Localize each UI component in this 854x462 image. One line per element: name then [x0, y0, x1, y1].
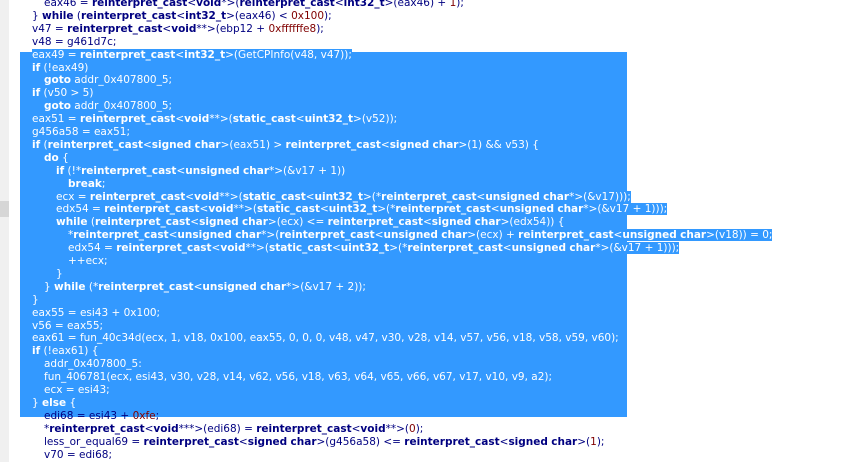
code-line[interactable]: break; [68, 177, 106, 191]
code-line[interactable]: do { [44, 151, 69, 165]
code-line-text: goto addr_0x407800_5; [44, 100, 173, 113]
code-line[interactable]: ++ecx; [68, 255, 108, 268]
code-line[interactable]: } while (reinterpret_cast<int32_t>(eax46… [32, 10, 332, 23]
code-line-text: } while (reinterpret_cast<int32_t>(eax46… [32, 9, 332, 22]
code-line-text: ecx = reinterpret_cast<void**>(static_ca… [56, 190, 631, 203]
code-line[interactable]: v56 = eax55; [32, 319, 104, 333]
code-line-text: v56 = eax55; [32, 319, 104, 332]
code-line-text: eax51 = reinterpret_cast<void**>(static_… [32, 113, 398, 126]
code-editor[interactable]: eax46 = reinterpret_cast<void*>(reinterp… [9, 0, 854, 462]
code-line[interactable]: } while (*reinterpret_cast<unsigned char… [44, 280, 366, 294]
code-line[interactable]: } [56, 267, 63, 281]
code-line[interactable]: } else { [32, 396, 77, 410]
editor-gutter [0, 0, 9, 462]
code-line-text: less_or_equal69 = reinterpret_cast<signe… [44, 435, 605, 448]
code-line-text: edi68 = esi43 + 0xfe; [44, 409, 160, 422]
code-line[interactable]: if (v50 > 5) [32, 87, 94, 100]
code-line[interactable]: v47 = reinterpret_cast<void**>(ebp12 + 0… [32, 23, 324, 36]
code-line-text: addr_0x407800_5: [44, 358, 142, 371]
code-line[interactable]: less_or_equal69 = reinterpret_cast<signe… [44, 436, 604, 449]
code-line[interactable]: v48 = g461d7c; [32, 36, 116, 49]
code-line[interactable]: *reinterpret_cast<void***>(edi68) = rein… [44, 423, 423, 436]
code-line[interactable]: goto addr_0x407800_5; [44, 100, 173, 113]
code-line-text: edx54 = reinterpret_cast<void**>(static_… [56, 203, 668, 216]
gutter-marker [0, 201, 9, 217]
code-line-text: if (v50 > 5) [32, 87, 94, 100]
code-line[interactable]: if (!eax61) { [32, 345, 99, 358]
code-line-text: if (!eax49) [32, 61, 89, 74]
code-line-text: eax55 = esi43 + 0x100; [32, 306, 161, 319]
code-line[interactable]: eax49 = reinterpret_cast<int32_t>(GetCPI… [32, 48, 352, 62]
code-line[interactable]: *reinterpret_cast<unsigned char*>(reinte… [68, 229, 773, 242]
code-line-text: goto addr_0x407800_5; [44, 74, 173, 87]
code-line-text: *reinterpret_cast<void***>(edi68) = rein… [44, 422, 424, 435]
code-line-text: } [32, 293, 39, 306]
code-line[interactable]: edx54 = reinterpret_cast<void**>(static_… [68, 242, 680, 255]
code-line[interactable]: edi68 = esi43 + 0xfe; [44, 410, 159, 423]
code-line-text: *reinterpret_cast<unsigned char*>(reinte… [68, 229, 773, 242]
code-line-text: ++ecx; [68, 255, 108, 267]
code-line[interactable]: ecx = esi43; [44, 384, 110, 397]
code-line[interactable]: eax51 = reinterpret_cast<void**>(static_… [32, 113, 398, 126]
code-line[interactable]: goto addr_0x407800_5; [44, 74, 173, 87]
code-line[interactable]: eax46 = reinterpret_cast<void*>(reinterp… [44, 0, 464, 10]
code-line-text: } while (*reinterpret_cast<unsigned char… [44, 280, 366, 293]
code-line[interactable]: ecx = reinterpret_cast<void**>(static_ca… [56, 190, 631, 204]
code-line[interactable]: } [32, 293, 39, 307]
code-line-text: v47 = reinterpret_cast<void**>(ebp12 + 0… [32, 22, 324, 35]
code-line-text: g456a58 = eax51; [32, 126, 130, 138]
code-line-text: eax46 = reinterpret_cast<void*>(reinterp… [44, 0, 464, 9]
code-line[interactable]: if (reinterpret_cast<signed char>(eax51)… [32, 138, 539, 152]
code-line-text: v48 = g461d7c; [32, 35, 117, 48]
code-line-text: do { [44, 151, 69, 164]
code-line-text: if (!*reinterpret_cast<unsigned char*>(&… [56, 164, 346, 177]
code-line[interactable]: if (!eax49) [32, 61, 89, 75]
code-line-text: fun_406781(ecx, esi43, v30, v28, v14, v6… [44, 371, 553, 384]
code-line-text: v70 = edi68; [44, 448, 112, 461]
code-line-text: eax61 = fun_40c34d(ecx, 1, v18, 0x100, e… [32, 332, 619, 345]
code-line-text: } [56, 267, 63, 280]
code-line[interactable]: if (!*reinterpret_cast<unsigned char*>(&… [56, 164, 346, 178]
code-line[interactable]: g456a58 = eax51; [32, 126, 130, 139]
code-line-text: edx54 = reinterpret_cast<void**>(static_… [68, 242, 680, 255]
code-line[interactable]: edx54 = reinterpret_cast<void**>(static_… [56, 203, 668, 216]
code-line-text: eax49 = reinterpret_cast<int32_t>(GetCPI… [32, 48, 352, 61]
code-line[interactable]: fun_406781(ecx, esi43, v30, v28, v14, v6… [44, 371, 553, 384]
code-line-text: if (reinterpret_cast<signed char>(eax51)… [32, 138, 539, 151]
code-line[interactable]: while (reinterpret_cast<signed char>(ecx… [56, 216, 565, 229]
code-line-text: } else { [32, 396, 77, 409]
code-line-text: if (!eax61) { [32, 345, 99, 358]
code-line[interactable]: eax61 = fun_40c34d(ecx, 1, v18, 0x100, e… [32, 332, 619, 345]
code-line-text: break; [68, 177, 106, 190]
code-line[interactable]: eax55 = esi43 + 0x100; [32, 306, 161, 320]
code-line[interactable]: v70 = edi68; [44, 449, 112, 462]
code-line-text: while (reinterpret_cast<signed char>(ecx… [56, 216, 565, 229]
code-line-text: ecx = esi43; [44, 384, 110, 396]
code-line[interactable]: addr_0x407800_5: [44, 358, 142, 371]
